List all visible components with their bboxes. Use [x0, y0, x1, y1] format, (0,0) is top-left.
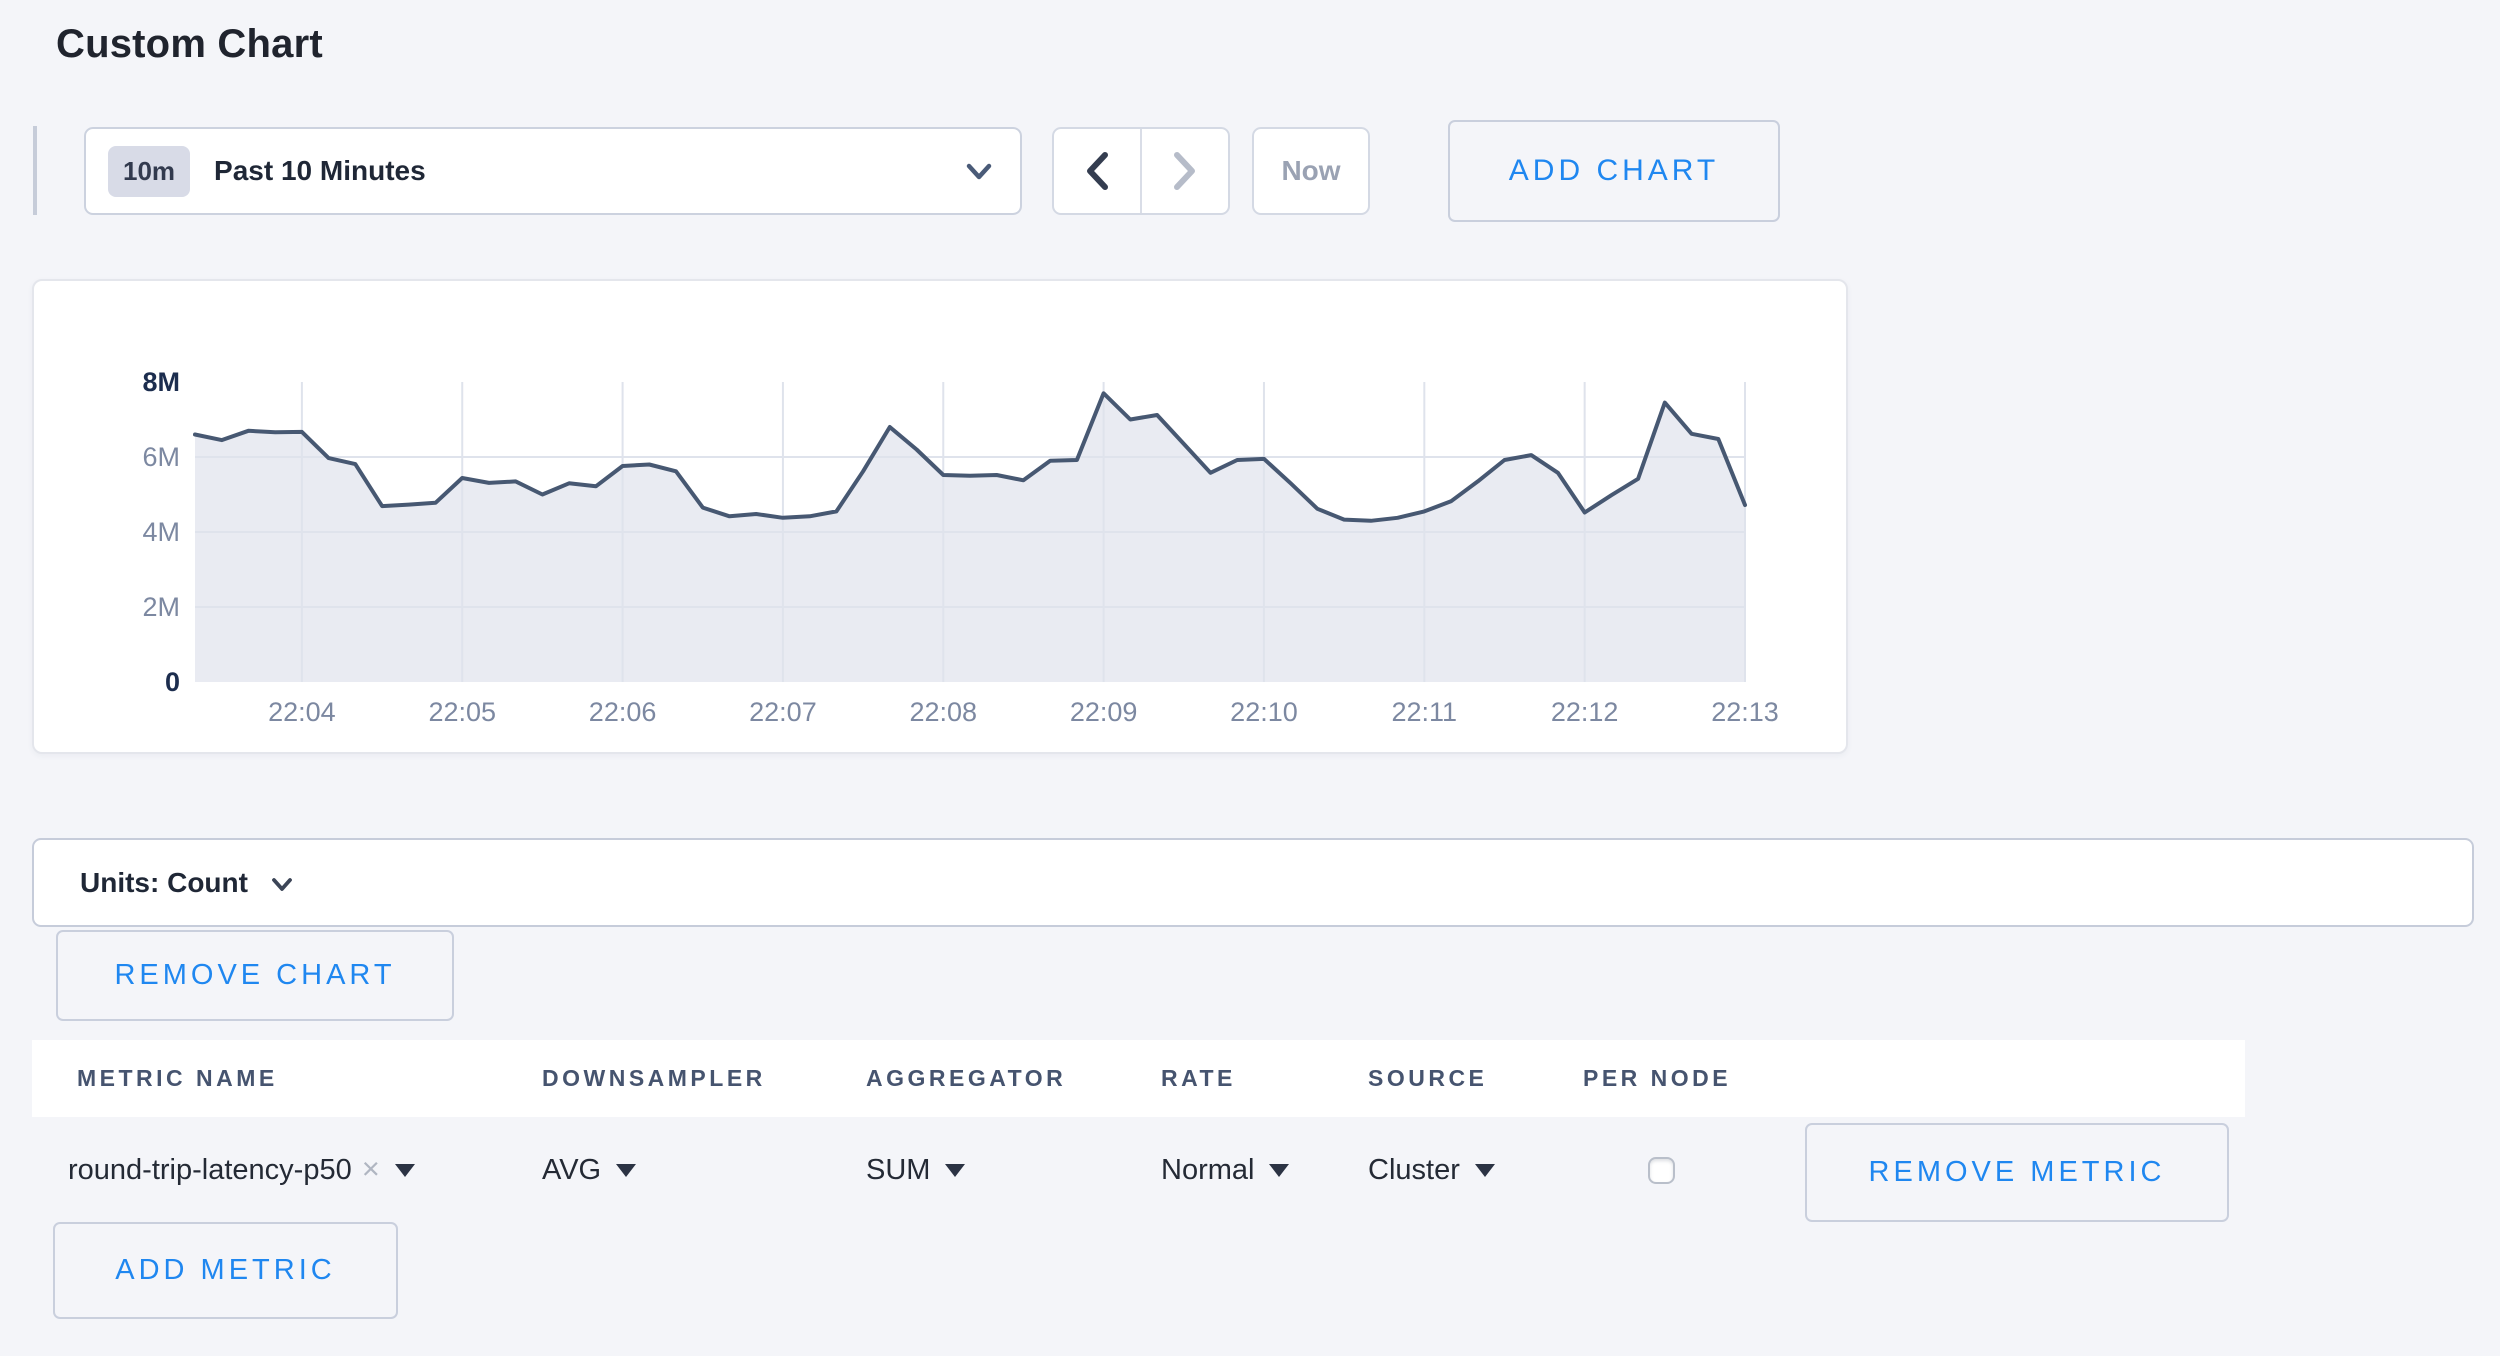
now-button-label: Now [1281, 155, 1340, 187]
time-range-label: Past 10 Minutes [214, 155, 426, 187]
time-range-dropdown[interactable]: 10m Past 10 Minutes [84, 127, 1022, 215]
chevron-right-icon [1172, 151, 1198, 191]
dropdown-caret-icon [1475, 1164, 1495, 1177]
remove-chart-label: REMOVE CHART [114, 959, 395, 992]
source-dropdown[interactable]: Cluster [1368, 1146, 1495, 1194]
rate-dropdown[interactable]: Normal [1161, 1146, 1289, 1194]
x-axis-tick-label: 22:11 [1392, 697, 1458, 727]
custom-chart-plot[interactable]: 0 2M 4M 6M 8M 22:04 22:05 22:06 22:07 22:08 22:09 2… [34, 281, 1846, 752]
y-axis-tick-label: 0 [165, 667, 180, 697]
add-metric-label: ADD METRIC [115, 1254, 335, 1287]
column-header-rate: RATE [1161, 1040, 1236, 1117]
x-axis-tick-label: 22:04 [268, 697, 336, 727]
chevron-left-icon [1084, 151, 1110, 191]
units-label: Units: Count [80, 867, 248, 899]
remove-chart-button[interactable]: REMOVE CHART [56, 930, 454, 1021]
y-axis-tick-label: 2M [142, 592, 180, 622]
dropdown-caret-icon [1269, 1164, 1289, 1177]
chart-card: 0 2M 4M 6M 8M 22:04 22:05 22:06 22:07 22:08 22:09 2… [32, 279, 1848, 754]
x-axis-tick-label: 22:12 [1551, 697, 1619, 727]
metric-name-value: round-trip-latency-p50 [68, 1154, 352, 1187]
x-axis-tick-label: 22:05 [428, 697, 496, 727]
time-back-button[interactable] [1054, 129, 1142, 213]
time-nav-group [1052, 127, 1230, 215]
page-title: Custom Chart [56, 22, 323, 67]
metrics-table-header: METRIC NAME DOWNSAMPLER AGGREGATOR RATE … [32, 1040, 2245, 1117]
column-header-downsampler: DOWNSAMPLER [542, 1040, 766, 1117]
chevron-down-icon [270, 876, 294, 894]
x-axis-tick-label: 22:10 [1230, 697, 1298, 727]
chart-area-fill [195, 393, 1745, 682]
dropdown-caret-icon [616, 1164, 636, 1177]
x-axis-tick-label: 22:08 [909, 697, 977, 727]
remove-metric-label: REMOVE METRIC [1869, 1156, 2166, 1189]
section-divider [33, 126, 37, 215]
aggregator-dropdown[interactable]: SUM [866, 1146, 965, 1194]
now-button[interactable]: Now [1252, 127, 1370, 215]
units-dropdown[interactable]: Units: Count [32, 838, 2474, 927]
downsampler-value: AVG [542, 1154, 601, 1187]
dropdown-caret-icon [945, 1164, 965, 1177]
time-forward-button[interactable] [1142, 129, 1228, 213]
add-chart-button[interactable]: ADD CHART [1448, 120, 1780, 222]
time-range-badge: 10m [108, 146, 190, 197]
metric-name-dropdown[interactable]: round-trip-latency-p50 × [68, 1146, 415, 1194]
column-header-per-node: PER NODE [1583, 1040, 1731, 1117]
column-header-aggregator: AGGREGATOR [866, 1040, 1066, 1117]
y-axis-tick-label: 8M [142, 367, 180, 397]
column-header-source: SOURCE [1368, 1040, 1487, 1117]
x-axis-tick-label: 22:13 [1711, 697, 1779, 727]
clear-metric-icon[interactable]: × [362, 1151, 380, 1187]
downsampler-dropdown[interactable]: AVG [542, 1146, 636, 1194]
aggregator-value: SUM [866, 1154, 930, 1187]
x-axis-tick-label: 22:06 [589, 697, 657, 727]
dropdown-caret-icon [395, 1164, 415, 1177]
source-value: Cluster [1368, 1154, 1460, 1187]
y-axis-tick-label: 4M [142, 517, 180, 547]
x-axis-tick-label: 22:07 [749, 697, 817, 727]
add-chart-label: ADD CHART [1509, 154, 1719, 188]
rate-value: Normal [1161, 1154, 1254, 1187]
add-metric-button[interactable]: ADD METRIC [53, 1222, 398, 1319]
per-node-checkbox[interactable] [1648, 1157, 1675, 1184]
y-axis-tick-label: 6M [142, 442, 180, 472]
remove-metric-button[interactable]: REMOVE METRIC [1805, 1123, 2229, 1222]
chevron-down-icon [964, 161, 994, 183]
column-header-metric-name: METRIC NAME [77, 1040, 278, 1117]
x-axis-tick-label: 22:09 [1070, 697, 1138, 727]
